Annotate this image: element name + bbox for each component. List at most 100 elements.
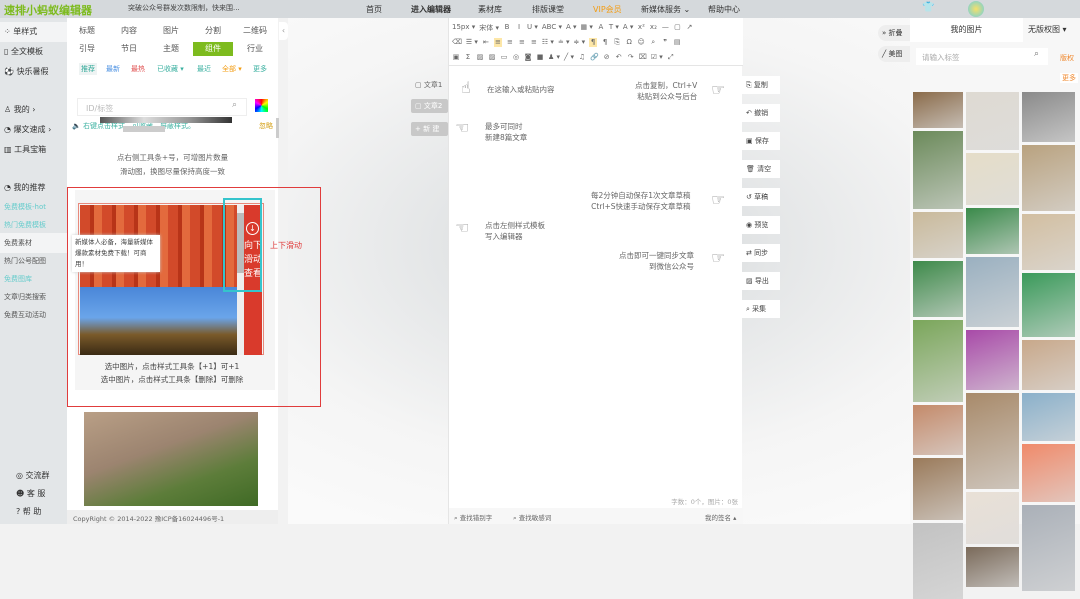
fold-button[interactable]: » 折叠 — [878, 25, 912, 41]
toolbar-button[interactable]: ◎ — [512, 53, 520, 62]
image-thumbnail[interactable] — [913, 405, 963, 455]
nav-single-style[interactable]: ⁘ 单样式 — [0, 22, 67, 42]
color-picker-icon[interactable] — [255, 99, 268, 112]
nav-course[interactable]: 排版课堂 — [532, 4, 564, 15]
toolbar-button[interactable]: 🔗 — [590, 53, 599, 62]
image-thumbnail[interactable] — [913, 212, 963, 258]
toolbar-button[interactable]: A ▾ — [566, 23, 577, 33]
toolbar-button[interactable]: ⇤ — [482, 38, 490, 47]
signature-dropdown[interactable]: 我的签名 ▴ — [705, 512, 736, 522]
filter-hottest[interactable]: 最热 — [131, 64, 145, 74]
nav-full-template[interactable]: ▯ 全文模板 — [0, 42, 67, 62]
toolbar-button[interactable]: ▨ — [476, 53, 484, 62]
toolbar-button[interactable]: ABC ▾ — [542, 23, 562, 33]
toolbar-button[interactable]: U ▾ — [527, 23, 538, 33]
toolbar-button[interactable]: Ω — [625, 38, 633, 47]
tab-free-images[interactable]: 无版权图 ▾ — [1028, 18, 1080, 42]
filter-newest[interactable]: 最新 — [106, 64, 120, 74]
horizontal-scrollbar[interactable] — [123, 126, 165, 132]
toolbar-button[interactable]: ↶ — [615, 53, 623, 62]
toolbar-button[interactable]: A — [597, 23, 605, 33]
nav-hot-images[interactable]: 热门公号配图 — [0, 251, 67, 271]
export-button[interactable]: ▨ 导出 — [742, 272, 780, 290]
nav-materials[interactable]: 素材库 — [478, 4, 502, 15]
toolbar-button[interactable]: ⌧ — [639, 53, 647, 62]
filter-favorited[interactable]: 已收藏 ▾ — [157, 64, 184, 74]
toolbar-button[interactable]: ◙ — [524, 53, 532, 62]
image-thumbnail[interactable] — [1022, 273, 1075, 337]
find-sensitive-button[interactable]: ⌕ 查找敏感词 — [513, 512, 551, 523]
cat-industry[interactable]: 行业 — [235, 42, 275, 56]
toolbar-button[interactable]: ▨ — [488, 53, 496, 62]
image-thumbnail[interactable] — [966, 547, 1019, 587]
toolbar-button[interactable]: ☷ ▾ — [542, 38, 554, 47]
toolbar-button[interactable]: ■ — [536, 53, 544, 62]
toolbar-button[interactable]: ☰ ▾ — [466, 38, 478, 47]
tab-my-images[interactable]: 我的图片 — [910, 18, 1023, 42]
cat-component[interactable]: 组件 — [193, 42, 233, 56]
cat-guide[interactable]: 引导 — [67, 42, 107, 56]
nav-mine[interactable]: ♙ 我的 › — [0, 100, 67, 120]
toolbar-button[interactable]: ≡ — [506, 38, 514, 47]
toolbar-button[interactable]: 15px ▾ — [452, 23, 475, 33]
image-thumbnail[interactable] — [966, 393, 1019, 489]
tab-article-1[interactable]: ▢ 文章1 — [411, 78, 448, 92]
nav-group[interactable]: ◎ 交流群 — [0, 466, 67, 486]
cat-theme[interactable]: 主题 — [151, 42, 191, 56]
toolbar-button[interactable]: ⌫ — [452, 38, 462, 47]
copyright-link[interactable]: 版权 — [1060, 53, 1074, 63]
toolbar-button[interactable]: ▦ ▾ — [581, 23, 593, 33]
collect-button[interactable]: ⌕ 采集 — [742, 300, 780, 318]
cat-festival[interactable]: 节日 — [109, 42, 149, 56]
image-thumbnail[interactable] — [966, 153, 1019, 205]
notice-text[interactable]: 突破公众号群发次数限制，快来围... — [128, 3, 240, 13]
toolbar-button[interactable]: ¶ — [601, 38, 609, 47]
toolbar-button[interactable]: ≡ — [530, 38, 538, 47]
nav-services[interactable]: 新媒体服务 ⌄ — [641, 4, 690, 15]
toolbar-button[interactable]: ¶ — [589, 38, 598, 47]
nav-editor[interactable]: 进入编辑器 — [411, 4, 451, 15]
cat-divider[interactable]: 分割 — [193, 24, 233, 38]
cat-content[interactable]: 内容 — [109, 24, 149, 38]
nav-home[interactable]: 首页 — [366, 4, 382, 15]
toolbar-button[interactable]: ≡ — [493, 38, 502, 47]
toolbar-button[interactable]: ⌕ — [649, 38, 657, 47]
toolbar-button[interactable]: ▤ — [673, 38, 681, 47]
beautify-button[interactable]: ╱ 美图 — [878, 46, 912, 62]
image-thumbnail[interactable] — [966, 492, 1019, 544]
toolbar-button[interactable]: A ▾ — [623, 23, 634, 33]
filter-more[interactable]: 更多 — [253, 64, 267, 74]
toolbar-button[interactable]: ≡ — [518, 38, 526, 47]
image-thumbnail[interactable] — [966, 257, 1019, 327]
cat-qrcode[interactable]: 二维码 — [235, 24, 275, 38]
toolbar-button[interactable]: ⊘ — [603, 53, 611, 62]
image-thumbnail[interactable] — [1022, 505, 1075, 591]
toolbar-button[interactable]: T ▾ — [609, 23, 619, 33]
toolbar-button[interactable]: ↗ — [685, 23, 693, 33]
nav-viral[interactable]: ◔ 爆文速成 › — [0, 120, 67, 140]
toolbar-button[interactable]: ≑ ▾ — [574, 38, 586, 47]
toolbar-button[interactable]: I — [515, 23, 523, 33]
search-icon[interactable]: ⌕ — [1034, 49, 1039, 59]
nav-recommend[interactable]: ◔ 我的推荐 — [0, 178, 67, 198]
image-thumbnail[interactable] — [1022, 145, 1075, 211]
image-thumbnail[interactable] — [966, 208, 1019, 254]
shirt-icon[interactable]: 👕 — [922, 2, 934, 13]
more-images-button[interactable]: 更多 — [1060, 73, 1078, 83]
image-thumbnail[interactable] — [1022, 214, 1075, 270]
collapse-panel-button[interactable]: ‹ — [279, 22, 288, 40]
tab-article-2[interactable]: ▢ 文章2 — [411, 99, 448, 113]
nav-help[interactable]: 帮助中心 — [708, 4, 740, 15]
toolbar-button[interactable]: x₂ — [649, 23, 657, 33]
filter-recommend[interactable]: 推荐 — [79, 63, 97, 75]
nav-free-material[interactable]: 免费素材 — [0, 233, 67, 253]
toolbar-button[interactable]: — — [661, 23, 669, 33]
draft-button[interactable]: ↺ 草稿 — [742, 188, 780, 206]
image-thumbnail[interactable] — [1022, 92, 1075, 142]
toolbar-button[interactable]: ▢ — [673, 23, 681, 33]
copy-button[interactable]: ⎘ 复制 — [742, 76, 780, 94]
image-thumbnail[interactable] — [913, 131, 963, 209]
clear-button[interactable]: 🗑 清空 — [742, 160, 780, 178]
image-thumbnail[interactable] — [913, 523, 963, 599]
toolbar-button[interactable]: ≐ ▾ — [558, 38, 570, 47]
